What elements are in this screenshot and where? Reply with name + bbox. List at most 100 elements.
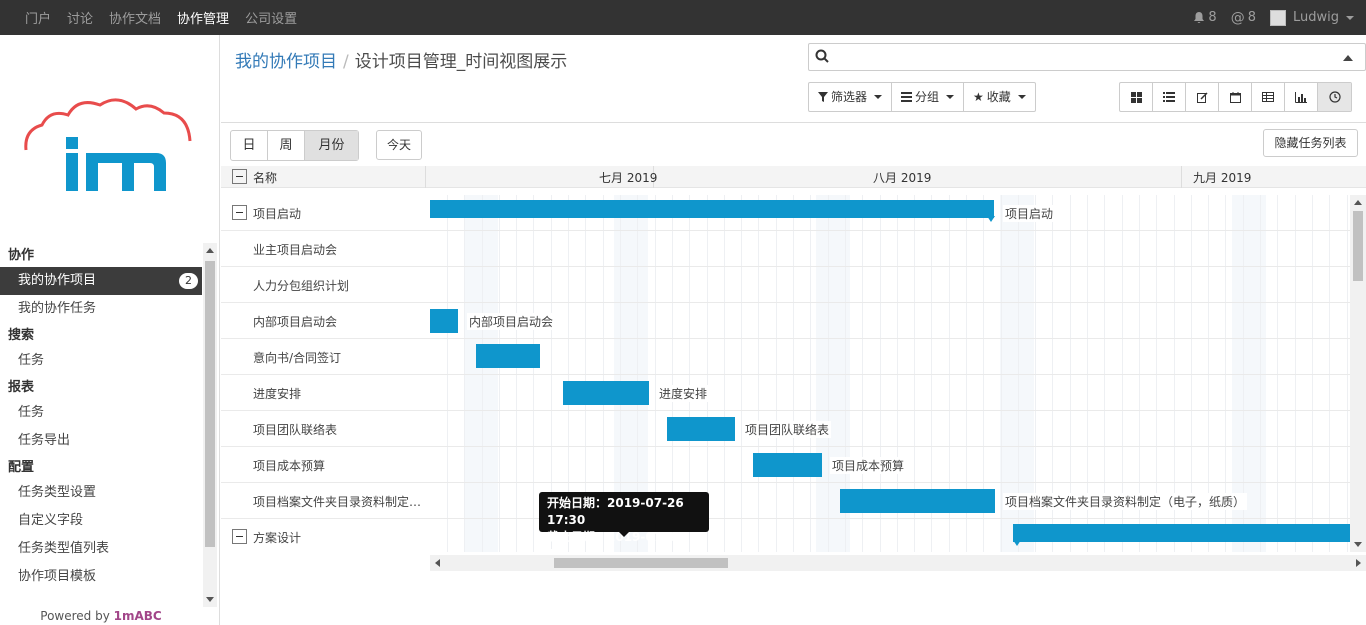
powered-by-brand[interactable]: 1mABC (114, 609, 162, 623)
top-menu-docs[interactable]: 协作文档 (109, 8, 161, 27)
scroll-down-icon[interactable] (1354, 542, 1362, 547)
bar-label: 项目成本预算 (830, 457, 907, 474)
today-button[interactable]: 今天 (376, 130, 422, 160)
gantt-view-button[interactable] (1318, 83, 1351, 111)
task-bar[interactable] (1013, 524, 1350, 542)
task-name: 方案设计 (253, 531, 302, 545)
gantt-row[interactable]: 进度安排 进度安排 (221, 375, 1350, 411)
top-menu-portal[interactable]: 门户 (25, 8, 51, 27)
calendar-icon (1229, 91, 1241, 103)
scale-week-button[interactable]: 周 (268, 131, 305, 160)
collapse-group-icon[interactable] (232, 529, 247, 544)
scroll-right-icon[interactable] (1356, 559, 1361, 567)
scale-day-button[interactable]: 日 (231, 131, 268, 160)
task-name: 项目启动 (253, 207, 302, 221)
top-menu-company-settings[interactable]: 公司设置 (245, 8, 297, 27)
sidebar-item-my-projects[interactable]: 我的协作项目 2 (0, 267, 202, 295)
filter-button-label: 筛选器 (831, 90, 868, 104)
scroll-up-icon[interactable] (1354, 200, 1362, 205)
chevron-down-icon (946, 95, 955, 99)
gantt-row[interactable]: 项目档案文件夹目录资料制定… 项目档案文件夹目录资料制定（电子，纸质） (221, 483, 1350, 519)
gantt-row[interactable]: 人力分包组织计划 (221, 267, 1350, 303)
scroll-left-icon[interactable] (435, 559, 440, 567)
sidebar-item-task-type-values[interactable]: 任务类型值列表 (0, 535, 202, 563)
sidebar-header-reports: 报表 (8, 380, 35, 395)
collapse-all-icon[interactable] (232, 169, 247, 184)
scale-month-button[interactable]: 月份 (305, 131, 358, 160)
top-menu-discussion[interactable]: 讨论 (67, 8, 93, 27)
filter-button[interactable]: 筛选器 (809, 83, 893, 111)
task-bar[interactable] (563, 381, 649, 405)
gantt-row[interactable]: 方案设计 (221, 519, 1350, 552)
list-view-button[interactable] (1153, 83, 1186, 111)
user-menu[interactable]: Ludwig (1269, 9, 1354, 26)
task-name: 人力分包组织计划 (253, 279, 350, 293)
gantt-vertical-scrollbar[interactable] (1350, 195, 1366, 552)
notifications-button[interactable]: 8 (1193, 10, 1217, 25)
column-divider[interactable] (425, 166, 426, 188)
sidebar-item-task-type-settings[interactable]: 任务类型设置 (0, 479, 202, 507)
task-bar[interactable] (840, 489, 995, 513)
scroll-up-icon[interactable] (206, 248, 214, 253)
mentions-count: 8 (1247, 10, 1256, 25)
sidebar-item-task-export[interactable]: 任务导出 (0, 427, 202, 455)
gantt-row[interactable]: 意向书/合同签订 (221, 339, 1350, 375)
bar-label: 内部项目启动会 (467, 313, 556, 330)
breadcrumb-parent[interactable]: 我的协作项目 (235, 52, 337, 72)
collapse-group-icon[interactable] (232, 205, 247, 220)
month-label-august: 八月 2019 (873, 171, 932, 185)
sidebar-scrollbar[interactable] (203, 243, 217, 607)
search-input[interactable] (808, 43, 1366, 71)
view-switcher (1119, 82, 1352, 112)
gantt-row[interactable]: 项目团队联络表 项目团队联络表 (221, 411, 1350, 447)
calendar-view-button[interactable] (1219, 83, 1252, 111)
sidebar: 协作 我的协作项目 2 我的协作任务 搜索 任务 报表 任务 任务导出 配置 任… (0, 35, 220, 625)
mentions-button[interactable]: @ 8 (1231, 10, 1256, 26)
chevron-down-icon (1017, 95, 1026, 99)
sidebar-item-label: 任务 (18, 405, 45, 420)
bar-label: 项目启动 (1003, 205, 1056, 222)
favorites-button[interactable]: ★ 收藏 (964, 83, 1035, 111)
kanban-view-button[interactable] (1120, 83, 1153, 111)
search-options-toggle-icon[interactable] (1343, 55, 1353, 61)
task-bar[interactable] (476, 344, 540, 368)
task-bar[interactable] (667, 417, 735, 441)
top-right-area: 8 @ 8 Ludwig (1193, 0, 1354, 35)
edit-icon (1196, 91, 1208, 103)
sidebar-item-report-tasks[interactable]: 任务 (0, 399, 202, 427)
top-menu-collab-management[interactable]: 协作管理 (177, 8, 229, 27)
gantt-horizontal-scrollbar[interactable] (430, 555, 1366, 571)
gantt-row[interactable]: 项目启动 项目启动 (221, 195, 1350, 231)
form-view-button[interactable] (1186, 83, 1219, 111)
top-menu: 门户 讨论 协作文档 协作管理 公司设置 (25, 0, 313, 35)
gantt-row[interactable]: 内部项目启动会 内部项目启动会 (221, 303, 1350, 339)
sidebar-item-my-tasks[interactable]: 我的协作任务 (0, 295, 202, 323)
graph-view-button[interactable] (1285, 83, 1318, 111)
pivot-view-button[interactable] (1252, 83, 1285, 111)
main-content: 我的协作项目 / 设计项目管理_时间视图展示 筛选器 分组 ★ 收藏 日 周 月份 (221, 35, 1366, 625)
header-divider (221, 122, 1366, 123)
sidebar-item-label: 任务类型值列表 (18, 541, 110, 556)
scrollbar-thumb[interactable] (554, 558, 728, 568)
group-by-button[interactable]: 分组 (892, 83, 965, 111)
sidebar-item-project-templates[interactable]: 协作项目模板 (0, 563, 202, 591)
task-bar[interactable] (430, 309, 458, 333)
table-icon (1262, 92, 1274, 102)
bar-label: 项目档案文件夹目录资料制定（电子，纸质） (1003, 493, 1248, 510)
scrollbar-thumb[interactable] (1353, 211, 1363, 281)
gantt-row[interactable]: 业主项目启动会 (221, 231, 1350, 267)
task-bar[interactable] (753, 453, 822, 477)
gantt-row[interactable]: 项目成本预算 项目成本预算 (221, 447, 1350, 483)
bell-icon (1194, 12, 1205, 23)
gantt-rows: 项目启动 项目启动 业主项目启动会 人力分包组织计划 内部项目启动会 内部项目启… (221, 195, 1350, 552)
sidebar-item-custom-fields[interactable]: 自定义字段 (0, 507, 202, 535)
scroll-down-icon[interactable] (206, 597, 214, 602)
hide-task-list-button[interactable]: 隐藏任务列表 (1263, 129, 1358, 157)
scrollbar-thumb[interactable] (205, 261, 215, 547)
breadcrumb-separator: / (343, 52, 349, 72)
clock-icon (1328, 91, 1341, 103)
powered-by: Powered by 1mABC (0, 607, 202, 625)
sidebar-item-label: 我的协作项目 (18, 273, 97, 288)
task-bar[interactable] (430, 200, 994, 218)
sidebar-item-search-tasks[interactable]: 任务 (0, 347, 202, 375)
